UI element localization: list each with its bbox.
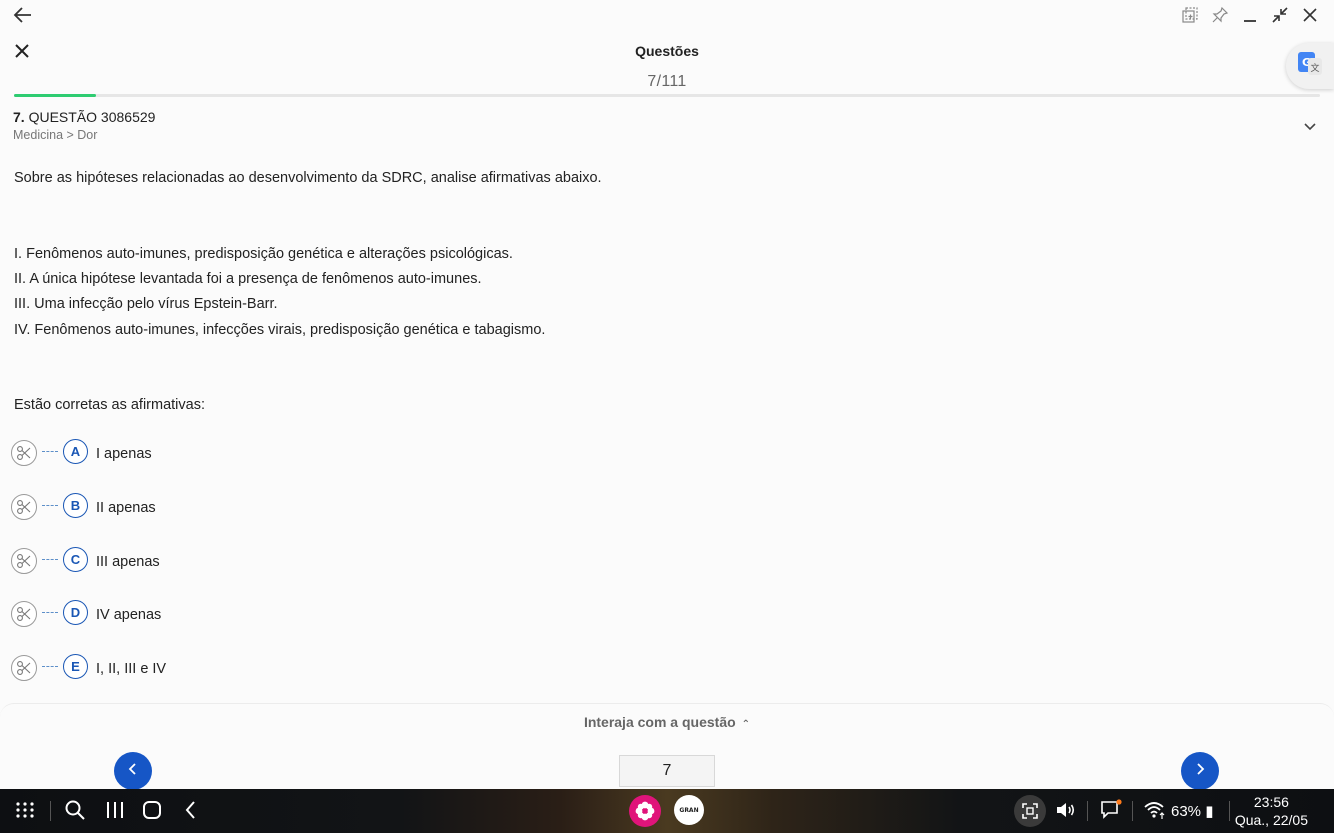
scissors-icon[interactable]	[11, 494, 37, 520]
svg-text:文: 文	[1310, 62, 1319, 74]
taskbar-divider	[50, 801, 51, 821]
interact-toggle[interactable]: Interaja com a questão ⌃	[0, 714, 1334, 730]
minimize-icon[interactable]	[1240, 5, 1260, 25]
back-arrow-icon[interactable]	[12, 4, 36, 26]
translate-button[interactable]: G文	[1286, 43, 1334, 89]
option-letter[interactable]: A	[63, 438, 88, 464]
question-header: 7. QUESTÃO 3086529 Medicina > Dor	[13, 109, 155, 142]
option-connector	[42, 450, 58, 452]
page-title: Questões	[635, 43, 699, 59]
question-ask: Estão corretas as afirmativas:	[14, 397, 205, 413]
option-connector	[42, 504, 58, 506]
option-connector	[42, 611, 58, 613]
question-category: Medicina > Dor	[13, 128, 98, 142]
taskbar-divider	[1229, 801, 1230, 821]
battery-icon: ▮	[1205, 803, 1214, 820]
scissors-icon[interactable]	[11, 655, 37, 681]
option-text[interactable]: IV apenas	[96, 607, 161, 623]
interact-label[interactable]: Interaja com a questão	[584, 714, 736, 730]
flower-app-icon[interactable]	[629, 795, 661, 827]
pin-icon[interactable]	[1210, 5, 1230, 25]
questions-header: Questões 7/111 G文	[0, 30, 1334, 96]
nav-back-icon[interactable]	[180, 799, 202, 821]
chevron-down-icon[interactable]	[1302, 118, 1318, 134]
scissors-icon[interactable]	[11, 440, 37, 466]
clock[interactable]: 23:56 Qua., 22/05	[1235, 793, 1308, 829]
volume-icon[interactable]	[1054, 799, 1076, 821]
next-question-button[interactable]	[1181, 752, 1219, 790]
previous-question-button[interactable]	[114, 752, 152, 790]
question-prompt: Sobre as hipóteses relacionadas ao desen…	[14, 170, 602, 186]
option-text[interactable]: I apenas	[96, 446, 152, 462]
scissors-icon[interactable]	[11, 548, 37, 574]
option-text[interactable]: III apenas	[96, 554, 160, 570]
progress-fill	[14, 94, 97, 97]
chevron-right-icon	[1193, 762, 1207, 781]
option-connector	[42, 665, 58, 667]
notification-icon[interactable]	[1099, 799, 1123, 821]
option-d[interactable]: D IV apenas	[11, 599, 411, 629]
recent-apps-icon[interactable]	[104, 799, 126, 821]
progress-bar	[14, 94, 1320, 97]
option-letter[interactable]: C	[63, 546, 88, 572]
option-e[interactable]: E I, II, III e IV	[11, 653, 411, 683]
system-taskbar: GRAN 63% ▮ 23:56 Qua., 22/05	[0, 789, 1334, 833]
battery-level: 63%	[1171, 803, 1202, 820]
window-close-icon[interactable]	[1300, 5, 1320, 25]
chevron-left-icon	[126, 762, 140, 781]
taskbar-divider	[1087, 801, 1088, 821]
multi-window-icon[interactable]	[1180, 5, 1200, 25]
statement-3: III. Uma infecção pelo vírus Epstein-Bar…	[14, 296, 278, 312]
option-b[interactable]: B II apenas	[11, 492, 411, 522]
option-a[interactable]: A I apenas	[11, 438, 411, 468]
window-bar	[0, 0, 1334, 30]
restore-icon[interactable]	[1270, 5, 1290, 25]
statement-1: I. Fenômenos auto-imunes, predisposição …	[14, 246, 513, 262]
question-number: 7.	[13, 109, 25, 125]
statement-4: IV. Fenômenos auto-imunes, infecções vir…	[14, 322, 546, 338]
option-letter[interactable]: B	[63, 492, 88, 518]
option-connector	[42, 558, 58, 560]
statement-2: II. A única hipótese levantada foi a pre…	[14, 271, 482, 287]
gran-app-icon[interactable]: GRAN	[674, 795, 704, 825]
interaction-panel: Interaja com a questão ⌃ 7	[0, 703, 1334, 790]
battery-status[interactable]: 63% ▮	[1171, 802, 1213, 820]
chevron-up-icon[interactable]: ⌃	[742, 719, 750, 730]
question-counter: 7/111	[647, 73, 687, 90]
taskbar-divider	[1132, 801, 1133, 821]
scissors-icon[interactable]	[11, 601, 37, 627]
gran-app-label: GRAN	[679, 806, 699, 814]
question-label: QUESTÃO 3086529	[28, 109, 156, 125]
option-text[interactable]: II apenas	[96, 500, 156, 516]
search-icon[interactable]	[64, 799, 86, 821]
option-letter[interactable]: E	[63, 653, 88, 679]
screen-capture-icon[interactable]	[1014, 795, 1046, 827]
home-icon[interactable]	[141, 799, 163, 821]
apps-grid-icon[interactable]	[14, 799, 36, 821]
option-text[interactable]: I, II, III e IV	[96, 661, 166, 677]
question-title: 7. QUESTÃO 3086529	[13, 109, 155, 125]
wifi-icon[interactable]	[1143, 799, 1167, 821]
question-number-input[interactable]: 7	[619, 755, 715, 787]
clock-time: 23:56	[1253, 794, 1289, 810]
option-letter[interactable]: D	[63, 599, 88, 625]
option-c[interactable]: C III apenas	[11, 546, 411, 576]
clock-date: Qua., 22/05	[1234, 812, 1308, 828]
google-translate-icon: G文	[1296, 50, 1324, 83]
